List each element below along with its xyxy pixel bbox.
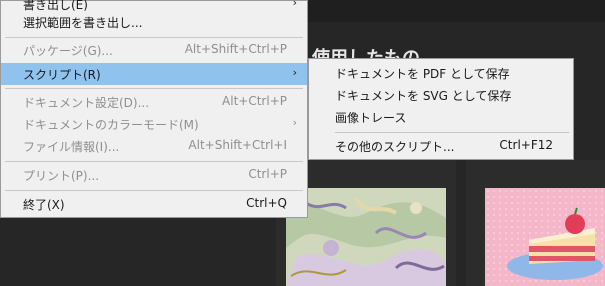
menu-separator [5,190,303,191]
menu-item-label: ファイル情報(I)... [23,140,120,154]
menu-item-label: プリント(P)... [23,169,100,183]
submenu-item-label: ドキュメントを PDF として保存 [335,67,510,81]
menu-item-package[interactable]: パッケージ(G)... Alt+Shift+Ctrl+P [1,39,307,61]
menu-item-label: ドキュメント設定(D)... [23,96,150,110]
submenu-item-save-as-svg[interactable]: ドキュメントを SVG として保存 [309,84,573,106]
menu-item-label: ドキュメントのカラーモード(M) [23,118,199,132]
menu-item-shortcut: Alt+Shift+Ctrl+P [184,42,287,56]
menu-item-export-selection[interactable]: 選択範囲を書き出し... [1,11,307,33]
submenu-item-shortcut: Ctrl+F12 [499,138,553,152]
menu-item-scripts[interactable]: スクリプト(R) › [1,63,307,85]
scripts-submenu: ドキュメントを PDF として保存 ドキュメントを SVG として保存 画像トレ… [308,58,574,160]
menu-separator [335,132,569,133]
submenu-item-save-as-pdf[interactable]: ドキュメントを PDF として保存 [309,62,573,84]
chevron-right-icon: › [292,116,297,129]
chevron-right-icon: › [292,0,297,9]
menu-item-document-color-mode[interactable]: ドキュメントのカラーモード(M) › [1,113,307,135]
menu-item-shortcut: Alt+Ctrl+P [222,94,287,108]
submenu-item-image-trace[interactable]: 画像トレース [309,106,573,128]
submenu-item-other-scripts[interactable]: その他のスクリプト... Ctrl+F12 [309,135,573,157]
menu-item-shortcut: Ctrl+Q [246,196,287,210]
menu-item-label: パッケージ(G)... [23,44,113,58]
submenu-item-label: その他のスクリプト... [335,140,455,154]
chevron-right-icon: › [292,66,297,79]
app-toolbar-strip [308,0,605,22]
menu-item-shortcut: Ctrl+P [248,167,287,181]
file-menu: 書き出し(E) › 選択範囲を書き出し... パッケージ(G)... Alt+S… [0,0,308,218]
menu-item-label: スクリプト(R) [23,68,101,82]
cake-illustration-thumbnail[interactable] [485,188,605,286]
marble-pattern-thumbnail[interactable] [286,188,446,286]
menu-item-label: 終了(X) [23,198,65,212]
menu-item-document-setup[interactable]: ドキュメント設定(D)... Alt+Ctrl+P [1,91,307,113]
menu-separator [5,37,303,38]
menu-item-label: 選択範囲を書き出し... [23,16,143,30]
menu-item-file-info[interactable]: ファイル情報(I)... Alt+Shift+Ctrl+I [1,135,307,157]
menu-separator [5,88,303,89]
submenu-item-label: 画像トレース [335,111,407,125]
menu-item-quit[interactable]: 終了(X) Ctrl+Q [1,193,307,215]
submenu-item-label: ドキュメントを SVG として保存 [335,89,512,103]
menu-item-print[interactable]: プリント(P)... Ctrl+P [1,164,307,186]
menu-separator [5,161,303,162]
menu-item-shortcut: Alt+Shift+Ctrl+I [188,138,287,152]
